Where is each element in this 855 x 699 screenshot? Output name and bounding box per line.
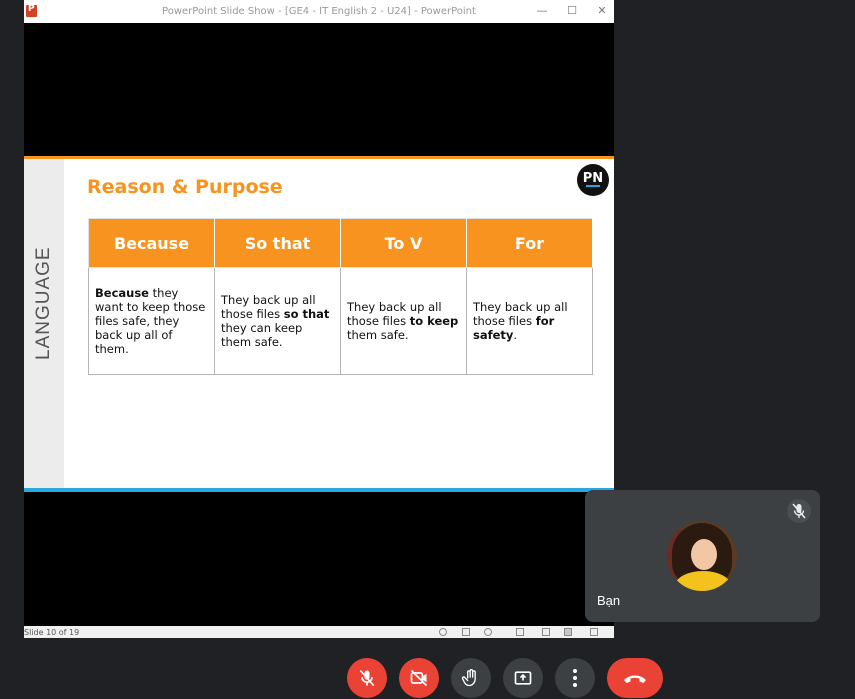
end-call-icon [624, 675, 646, 683]
leave-call-button[interactable] [607, 658, 663, 698]
cell-for: They back up all those files for safety. [466, 267, 593, 375]
slide-sorter-icon[interactable] [542, 628, 550, 636]
present-screen-icon [514, 671, 532, 685]
maximize-button[interactable]: ☐ [562, 3, 582, 19]
notes-icon[interactable] [462, 628, 470, 636]
more-options-icon [573, 669, 577, 687]
slide-indicator: Slide 10 of 19 [24, 628, 80, 637]
table-header-row: Because So that To V For [88, 218, 593, 268]
slide: LANGUAGE Reason & Purpose PN Because So … [24, 156, 614, 492]
cell-because: Because they want to keep those files sa… [88, 267, 215, 375]
slideshow-view-icon[interactable] [590, 628, 598, 636]
minimize-button[interactable]: — [532, 3, 552, 19]
present-button[interactable] [503, 658, 543, 698]
slide-title: Reason & Purpose [87, 176, 283, 198]
participant-mic-off-icon [787, 499, 811, 523]
camera-off-icon [410, 669, 428, 687]
reading-view-icon[interactable] [564, 628, 572, 636]
grammar-table: Because So that To V For Because they wa… [88, 218, 593, 375]
raise-hand-icon [461, 669, 476, 687]
header-to-v: To V [340, 218, 467, 268]
window-title: PowerPoint Slide Show - [GE4 - IT Englis… [162, 6, 476, 17]
cell-so-that: They back up all those files so that the… [214, 267, 341, 375]
previous-slide-icon[interactable] [439, 628, 447, 636]
slide-bottom-stripe [24, 488, 614, 492]
header-so-that: So that [214, 218, 341, 268]
header-for: For [466, 218, 593, 268]
powerpoint-window: PowerPoint Slide Show - [GE4 - IT Englis… [24, 0, 614, 638]
cell-to-v: They back up all those files to keep the… [340, 267, 467, 375]
window-titlebar: PowerPoint Slide Show - [GE4 - IT Englis… [24, 0, 614, 23]
camera-toggle-button[interactable] [399, 658, 439, 698]
avatar [667, 521, 737, 591]
normal-view-icon[interactable] [516, 628, 524, 636]
mic-off-icon [359, 669, 375, 687]
side-label: LANGUAGE [33, 246, 54, 360]
participant-name: Bạn [597, 593, 621, 608]
participant-tile[interactable]: Bạn [585, 490, 820, 622]
slide-side-bar: LANGUAGE [24, 159, 64, 488]
mic-toggle-button[interactable] [347, 658, 387, 698]
raise-hand-button[interactable] [451, 658, 491, 698]
pn-logo: PN [577, 164, 609, 196]
more-options-button[interactable] [555, 658, 595, 698]
header-because: Because [88, 218, 215, 268]
close-button[interactable]: ✕ [592, 3, 612, 19]
slide-top-stripe [24, 156, 614, 159]
table-row: Because they want to keep those files sa… [88, 267, 593, 375]
slideshow-statusbar: Slide 10 of 19 [24, 626, 614, 638]
next-slide-icon[interactable] [484, 628, 492, 636]
